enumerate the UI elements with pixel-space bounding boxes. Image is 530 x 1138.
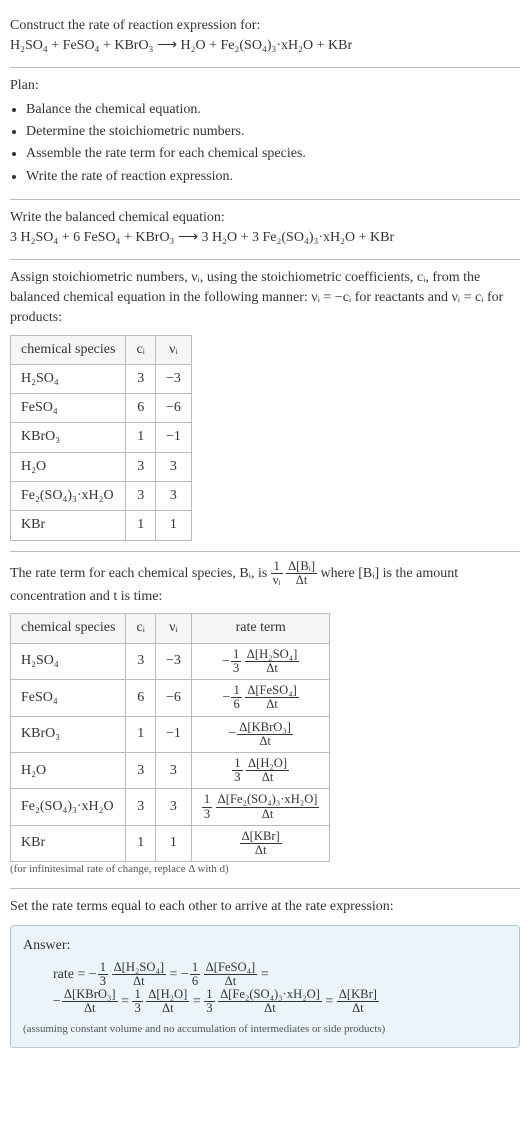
answer-term: −13 Δ[H₂SO₄]Δt = [89,967,181,982]
table-row: H₂O 3 3 13 Δ[H₂O]Δt [11,752,330,788]
intro-equation: H₂SO₄ + FeSO₄ + KBrO₃ ⟶ H₂O + Fe₂(SO₄)₃·… [10,36,520,56]
cell-species: KBr [11,511,126,540]
rateterm-section: The rate term for each chemical species,… [10,552,520,889]
table-row: FeSO₄ 6 −6 −16 Δ[FeSO₄]Δt [11,680,330,716]
balanced-heading: Write the balanced chemical equation: [10,208,520,228]
cell-rate: −13 Δ[H₂SO₄]Δt [191,643,330,679]
cell-v: −3 [155,364,191,393]
cell-c: 3 [126,482,156,511]
cell-c: 6 [126,680,156,716]
plan-section: Plan: Balance the chemical equation. Det… [10,68,520,200]
cell-species: FeSO₄ [11,680,126,716]
answer-box: Answer: rate = −13 Δ[H₂SO₄]Δt = −16 Δ[Fe… [10,925,520,1048]
cell-v: −3 [155,643,191,679]
col-c: cᵢ [126,614,156,643]
table-row: H₂SO₄ 3 −3 −13 Δ[H₂SO₄]Δt [11,643,330,679]
rateterm-formula-1: 1νᵢ [271,560,283,587]
plan-list: Balance the chemical equation. Determine… [10,100,520,187]
cell-species: H₂SO₄ [11,364,126,393]
balanced-equation: 3 H₂SO₄ + 6 FeSO₄ + KBrO₃ ⟶ 3 H₂O + 3 Fe… [10,228,520,248]
cell-c: 1 [126,423,156,452]
answer-note: (assuming constant volume and no accumul… [23,1022,507,1038]
balanced-section: Write the balanced chemical equation: 3 … [10,200,520,260]
col-species: chemical species [11,614,126,643]
table-row: FeSO₄ 6 −6 [11,394,192,423]
answer-term: −16 Δ[FeSO₄]Δt = [181,967,269,982]
plan-item: Write the rate of reaction expression. [26,167,520,187]
cell-c: 3 [126,452,156,481]
cell-c: 1 [126,716,156,752]
table-row: KBr 1 1 Δ[KBr]Δt [11,825,330,861]
col-v: νᵢ [155,614,191,643]
table-header-row: chemical species cᵢ νᵢ [11,335,192,364]
cell-rate: 13 Δ[H₂O]Δt [191,752,330,788]
cell-v: 1 [155,825,191,861]
cell-v: 3 [155,482,191,511]
cell-species: FeSO₄ [11,394,126,423]
rateterm-formula-2: Δ[Bᵢ]Δt [286,560,317,587]
table-row: KBr 1 1 [11,511,192,540]
table-row: KBrO₃ 1 −1 −Δ[KBrO₃]Δt [11,716,330,752]
plan-item: Determine the stoichiometric numbers. [26,122,520,142]
rateterm-text-a: The rate term for each chemical species,… [10,566,271,581]
cell-species: KBrO₃ [11,423,126,452]
cell-v: 1 [155,511,191,540]
answer-prefix: rate = [53,967,89,982]
rateterm-note: (for infinitesimal rate of change, repla… [10,862,520,878]
table-row: Fe₂(SO₄)₃·xH₂O 3 3 [11,482,192,511]
final-section: Set the rate terms equal to each other t… [10,889,520,1058]
cell-species: H₂O [11,452,126,481]
cell-species: Fe₂(SO₄)₃·xH₂O [11,482,126,511]
stoich-section: Assign stoichiometric numbers, νᵢ, using… [10,260,520,552]
answer-term: 13 Δ[Fe₂(SO₄)₃·xH₂O]Δt = [204,994,337,1009]
cell-species: H₂SO₄ [11,643,126,679]
col-species: chemical species [11,335,126,364]
cell-species: KBrO₃ [11,716,126,752]
intro-section: Construct the rate of reaction expressio… [10,8,520,68]
answer-expression: rate = −13 Δ[H₂SO₄]Δt = −16 Δ[FeSO₄]Δt =… [53,961,507,1016]
cell-c: 3 [126,643,156,679]
intro-title: Construct the rate of reaction expressio… [10,16,520,36]
plan-heading: Plan: [10,76,520,96]
rateterm-table: chemical species cᵢ νᵢ rate term H₂SO₄ 3… [10,613,330,862]
cell-v: −6 [155,394,191,423]
stoich-table: chemical species cᵢ νᵢ H₂SO₄ 3 −3FeSO₄ 6… [10,335,192,541]
table-header-row: chemical species cᵢ νᵢ rate term [11,614,330,643]
cell-rate: −16 Δ[FeSO₄]Δt [191,680,330,716]
cell-rate: −Δ[KBrO₃]Δt [191,716,330,752]
cell-c: 3 [126,752,156,788]
cell-c: 3 [126,364,156,393]
table-row: Fe₂(SO₄)₃·xH₂O 3 3 13 Δ[Fe₂(SO₄)₃·xH₂O]Δ… [11,789,330,825]
answer-term: Δ[KBr]Δt [337,994,379,1009]
col-c: cᵢ [126,335,156,364]
cell-v: 3 [155,452,191,481]
table-row: KBrO₃ 1 −1 [11,423,192,452]
col-rate: rate term [191,614,330,643]
table-row: H₂SO₄ 3 −3 [11,364,192,393]
cell-c: 3 [126,789,156,825]
cell-v: 3 [155,752,191,788]
final-heading: Set the rate terms equal to each other t… [10,897,520,917]
col-v: νᵢ [155,335,191,364]
cell-c: 1 [126,825,156,861]
rateterm-text: The rate term for each chemical species,… [10,560,520,608]
stoich-text: Assign stoichiometric numbers, νᵢ, using… [10,268,520,329]
table-row: H₂O 3 3 [11,452,192,481]
cell-c: 6 [126,394,156,423]
cell-rate: Δ[KBr]Δt [191,825,330,861]
cell-species: KBr [11,825,126,861]
cell-v: 3 [155,789,191,825]
answer-term: −Δ[KBrO₃]Δt = [53,994,132,1009]
cell-species: Fe₂(SO₄)₃·xH₂O [11,789,126,825]
plan-item: Balance the chemical equation. [26,100,520,120]
cell-c: 1 [126,511,156,540]
cell-v: −1 [155,716,191,752]
cell-species: H₂O [11,752,126,788]
answer-term: 13 Δ[H₂O]Δt = [132,994,204,1009]
cell-rate: 13 Δ[Fe₂(SO₄)₃·xH₂O]Δt [191,789,330,825]
answer-label: Answer: [23,936,507,956]
plan-item: Assemble the rate term for each chemical… [26,144,520,164]
cell-v: −6 [155,680,191,716]
cell-v: −1 [155,423,191,452]
